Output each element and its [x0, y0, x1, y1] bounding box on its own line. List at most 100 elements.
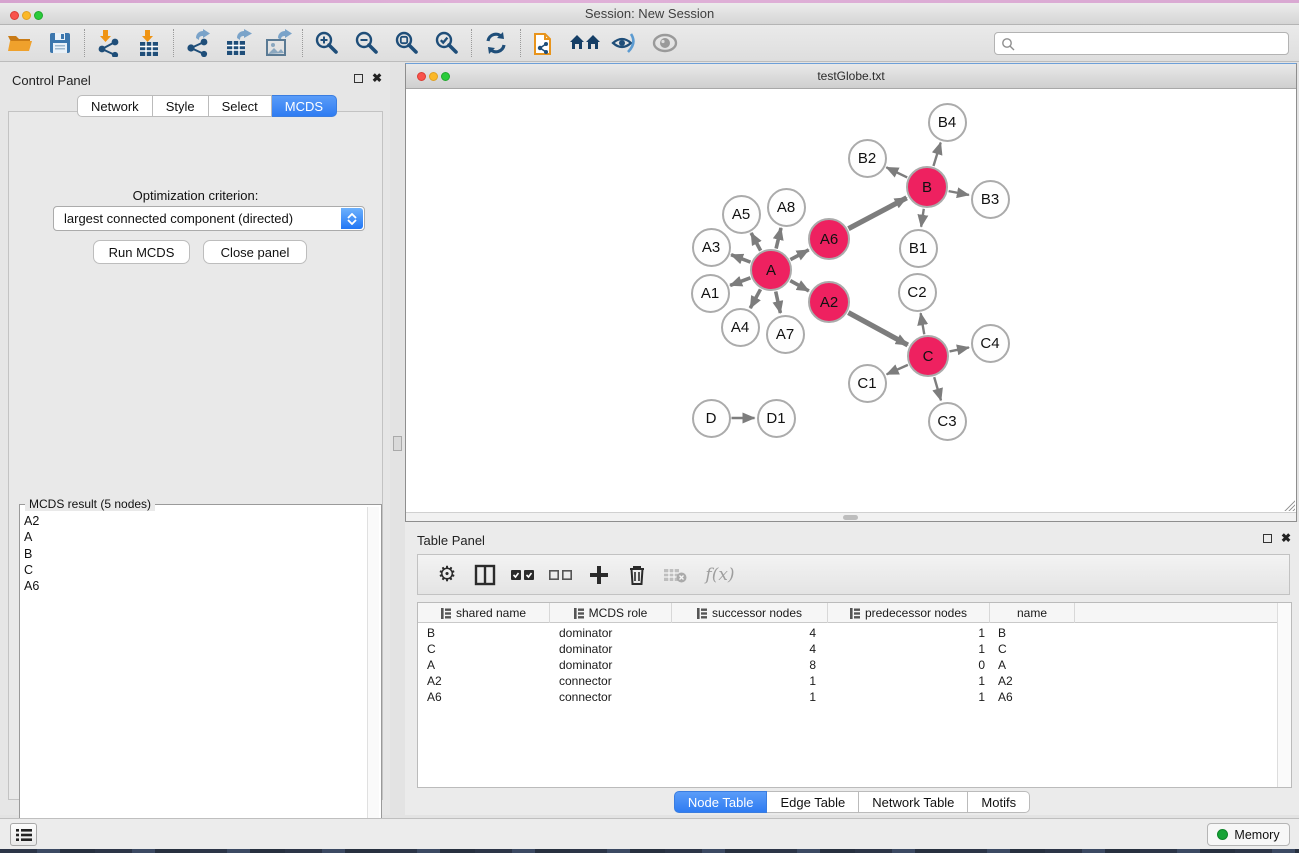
graph-node-A7[interactable]: A7 [766, 315, 805, 354]
table-options-button[interactable]: ⚙ [428, 560, 466, 590]
graph-node-A3[interactable]: A3 [692, 228, 731, 267]
deselect-all-button[interactable] [542, 560, 580, 590]
graph-node-A1[interactable]: A1 [691, 274, 730, 313]
graph-node-A8[interactable]: A8 [767, 188, 806, 227]
save-session-button[interactable] [40, 28, 80, 58]
open-session-button[interactable] [0, 28, 40, 58]
task-history-button[interactable] [10, 823, 37, 846]
tab-edge-table[interactable]: Edge Table [767, 791, 859, 813]
refresh-button[interactable] [476, 28, 516, 58]
zoom-fit-button[interactable] [387, 28, 427, 58]
column-header-shared-name[interactable]: shared name [418, 603, 550, 623]
tab-node-table[interactable]: Node Table [674, 791, 768, 813]
delete-column-button[interactable] [618, 560, 656, 590]
float-panel-icon[interactable] [354, 74, 363, 83]
network-hscroll-thumb[interactable] [843, 515, 858, 520]
edge-A6-B[interactable] [848, 198, 906, 229]
edge-C-C2[interactable] [921, 313, 925, 334]
graph-node-C2[interactable]: C2 [898, 273, 937, 312]
edge-A-A5[interactable] [751, 233, 760, 251]
edge-C-C3[interactable] [934, 377, 941, 400]
graph-node-D[interactable]: D [692, 399, 731, 438]
tab-network-table[interactable]: Network Table [859, 791, 968, 813]
edge-A-A1[interactable] [730, 278, 750, 286]
close-table-panel-icon[interactable]: ✖ [1281, 533, 1291, 543]
column-header-predecessor-nodes[interactable]: predecessor nodes [828, 603, 990, 623]
memory-button[interactable]: Memory [1207, 823, 1290, 846]
mcds-result-item[interactable]: C [24, 562, 39, 578]
graph-node-B[interactable]: B [906, 166, 948, 208]
graph-node-C4[interactable]: C4 [971, 324, 1010, 363]
table-row[interactable]: Adominator80A [418, 657, 1278, 673]
home-button[interactable] [565, 28, 605, 58]
zoom-selected-button[interactable] [427, 28, 467, 58]
add-column-button[interactable] [580, 560, 618, 590]
import-table-button[interactable] [129, 28, 169, 58]
export-network-button[interactable] [178, 28, 218, 58]
mcds-result-item[interactable]: A2 [24, 513, 39, 529]
close-panel-button[interactable]: Close panel [203, 240, 307, 264]
run-mcds-button[interactable]: Run MCDS [93, 240, 190, 264]
edge-A2-C[interactable] [848, 313, 907, 345]
tab-network[interactable]: Network [77, 95, 153, 117]
zoom-out-button[interactable] [347, 28, 387, 58]
window-resize-grip[interactable] [1282, 498, 1295, 511]
tab-style[interactable]: Style [153, 95, 209, 117]
edge-A-A8[interactable] [776, 228, 781, 249]
network-horizontal-scrollbar[interactable] [406, 512, 1296, 521]
column-header-name[interactable]: name [990, 603, 1075, 623]
edge-B-B2[interactable] [886, 167, 907, 177]
graph-node-D1[interactable]: D1 [757, 399, 796, 438]
edge-C-C4[interactable] [950, 347, 969, 351]
table-row[interactable]: Bdominator41B [418, 625, 1278, 641]
split-divider-grip[interactable] [393, 436, 402, 451]
edge-A-A4[interactable] [750, 289, 760, 308]
graph-node-A5[interactable]: A5 [722, 195, 761, 234]
graph-node-B4[interactable]: B4 [928, 103, 967, 142]
table-row[interactable]: Cdominator41C [418, 641, 1278, 657]
network-from-file-button[interactable] [525, 28, 565, 58]
delete-table-button[interactable] [656, 560, 694, 590]
tab-select[interactable]: Select [209, 95, 272, 117]
mcds-result-list[interactable]: A2ABCA6 [24, 513, 39, 594]
close-panel-icon[interactable]: ✖ [372, 73, 382, 83]
function-builder-button[interactable]: f(x) [694, 560, 746, 590]
graph-node-B2[interactable]: B2 [848, 139, 887, 178]
edge-A-A2[interactable] [790, 281, 809, 291]
graph-node-A2[interactable]: A2 [808, 281, 850, 323]
mcds-result-item[interactable]: B [24, 546, 39, 562]
edge-B-B1[interactable] [921, 209, 924, 227]
float-table-panel-icon[interactable] [1263, 534, 1272, 543]
mcds-result-scrollbar[interactable] [367, 507, 379, 841]
edge-A-A3[interactable] [731, 255, 750, 262]
edge-A-A6[interactable] [790, 250, 808, 260]
export-image-button[interactable] [258, 28, 298, 58]
mcds-result-item[interactable]: A6 [24, 578, 39, 594]
graph-node-C3[interactable]: C3 [928, 402, 967, 441]
select-all-button[interactable] [504, 560, 542, 590]
network-canvas[interactable]: A5A8A3AA1A4A7A6A2B2B4BB3B1C2CC4C1C3DD1 [406, 89, 1296, 512]
search-input[interactable] [1015, 35, 1288, 53]
tab-mcds[interactable]: MCDS [272, 95, 337, 117]
zoom-in-button[interactable] [307, 28, 347, 58]
table-row[interactable]: A2connector11A2 [418, 673, 1278, 689]
optimization-criterion-select[interactable]: largest connected component (directed) [53, 206, 365, 231]
column-header-MCDS-role[interactable]: MCDS role [550, 603, 672, 623]
show-panel-button[interactable] [645, 28, 685, 58]
column-selector-button[interactable] [466, 560, 504, 590]
edge-A-A7[interactable] [776, 291, 781, 313]
graph-node-C[interactable]: C [907, 335, 949, 377]
export-table-button[interactable] [218, 28, 258, 58]
hide-panel-button[interactable] [605, 28, 645, 58]
mcds-result-item[interactable]: A [24, 529, 39, 545]
edge-B-B4[interactable] [933, 143, 940, 166]
graph-node-B1[interactable]: B1 [899, 229, 938, 268]
table-row[interactable]: A6connector11A6 [418, 689, 1278, 705]
edge-C-C1[interactable] [887, 365, 908, 374]
table-vertical-scrollbar[interactable] [1277, 603, 1291, 787]
graph-node-C1[interactable]: C1 [848, 364, 887, 403]
edge-B-B3[interactable] [949, 191, 969, 195]
graph-node-A[interactable]: A [750, 249, 792, 291]
graph-node-B3[interactable]: B3 [971, 180, 1010, 219]
tab-motifs[interactable]: Motifs [968, 791, 1030, 813]
